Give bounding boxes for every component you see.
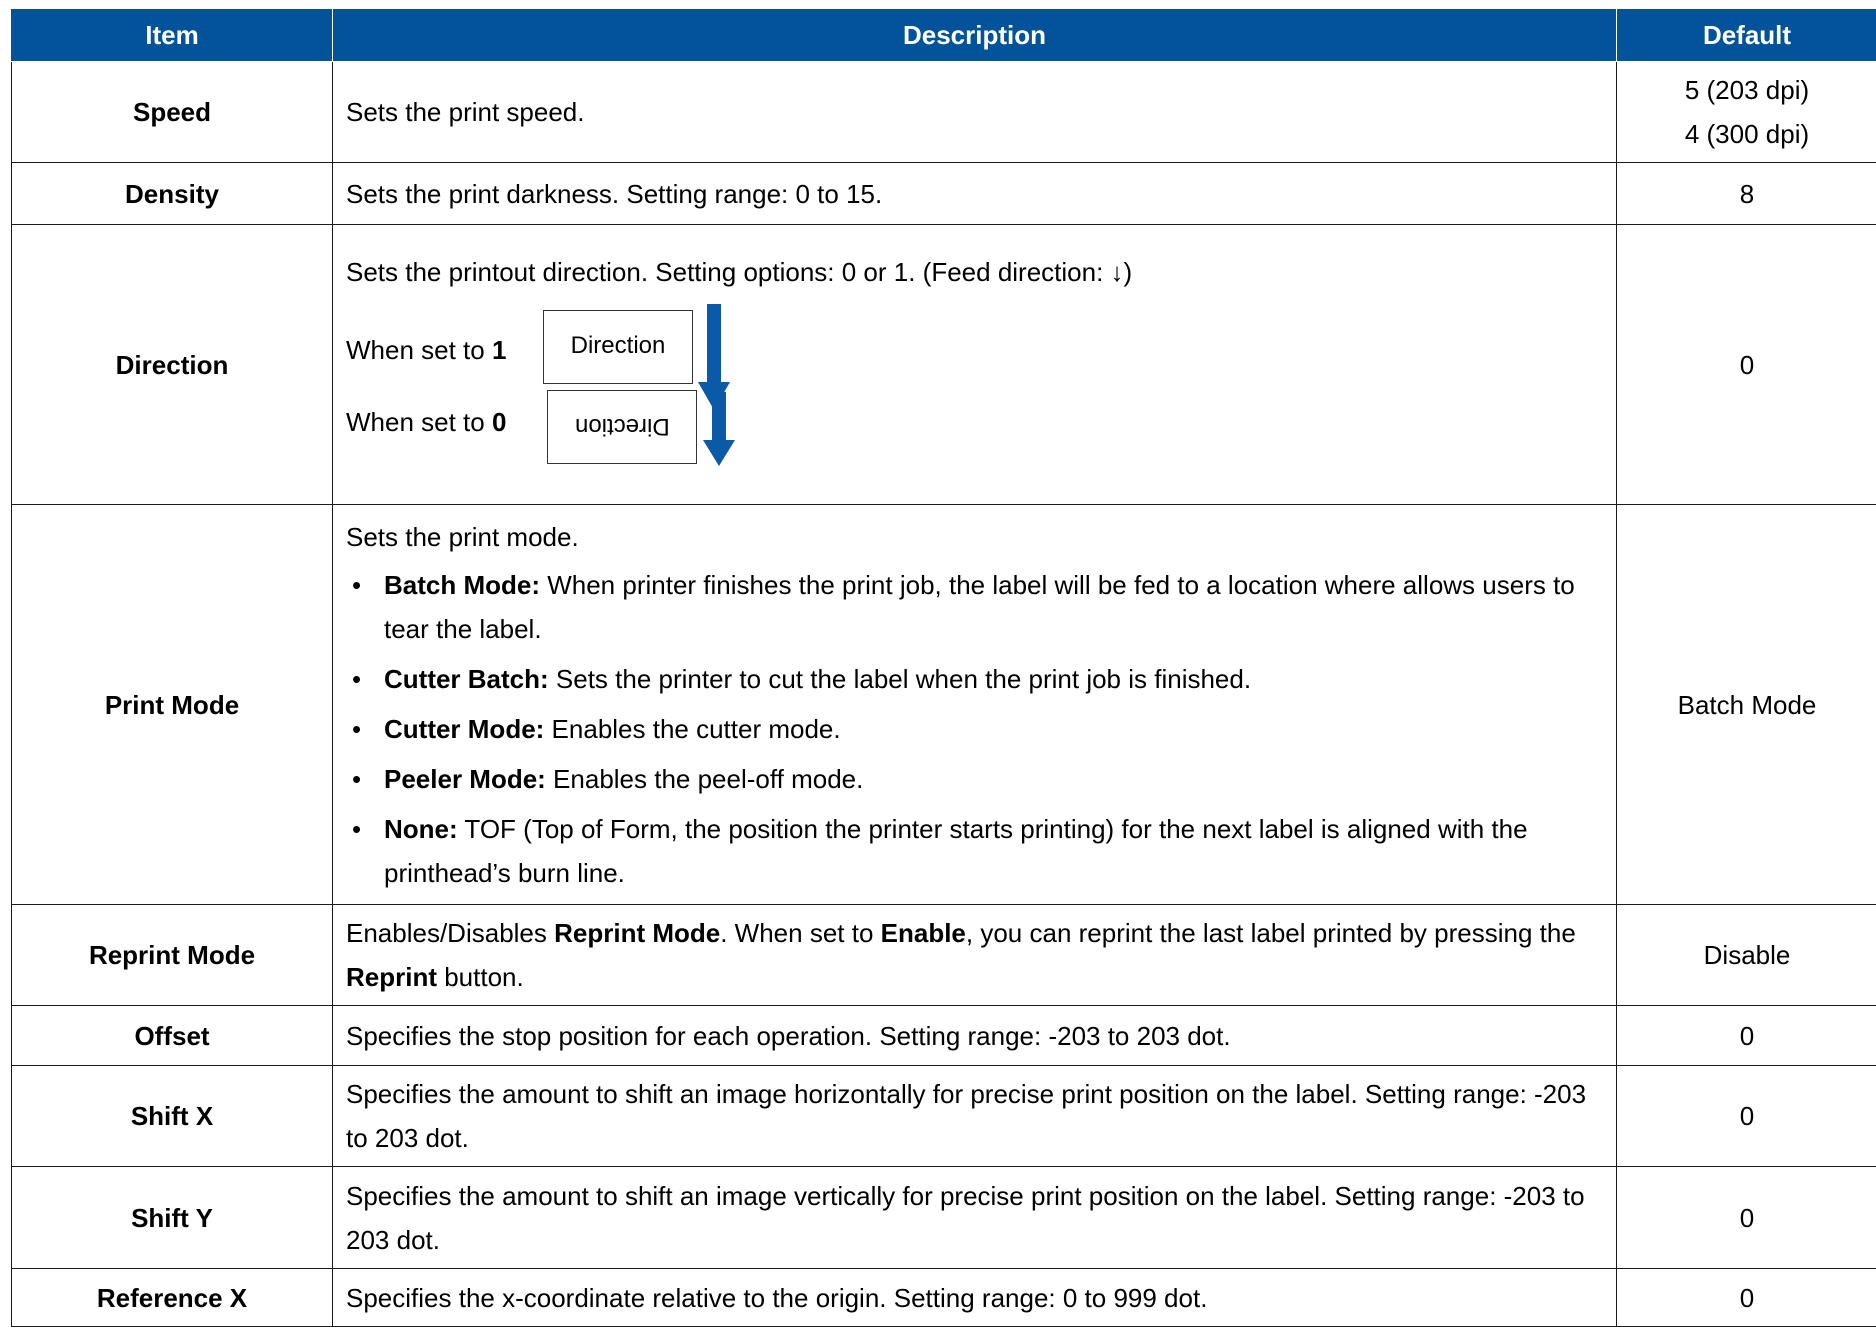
default-offset: 0	[1617, 1006, 1876, 1066]
print-mode-list: •Batch Mode: When printer finishes the p…	[346, 563, 1588, 895]
default-speed: 5 (203 dpi) 4 (300 dpi)	[1617, 62, 1876, 163]
row-reference-x: Reference X Specifies the x-coordinate r…	[12, 1269, 1876, 1327]
direction-set-1-label: When set to 1	[346, 328, 506, 372]
print-mode-intro: Sets the print mode.	[346, 515, 1588, 559]
row-direction: Direction Sets the printout direction. S…	[12, 225, 1876, 505]
row-density: Density Sets the print darkness. Setting…	[12, 163, 1876, 225]
item-shift-x: Shift X	[12, 1066, 333, 1167]
default-reference-x: 0	[1617, 1269, 1876, 1327]
desc-print-mode: Sets the print mode. •Batch Mode: When p…	[333, 505, 1617, 905]
header-row: Item Description Default	[12, 9, 1876, 62]
direction-set-0-label: When set to 0	[346, 400, 506, 444]
row-speed: Speed Sets the print speed. 5 (203 dpi) …	[12, 62, 1876, 163]
direction-box-rotated: Direction	[547, 390, 697, 464]
item-reference-x: Reference X	[12, 1269, 333, 1327]
item-speed: Speed	[12, 62, 333, 163]
item-reprint-mode: Reprint Mode	[12, 905, 333, 1006]
desc-direction: Sets the printout direction. Setting opt…	[333, 225, 1617, 505]
direction-text: Sets the printout direction. Setting opt…	[346, 250, 1588, 294]
row-shift-x: Shift X Specifies the amount to shift an…	[12, 1066, 1876, 1167]
default-density: 8	[1617, 163, 1876, 225]
list-item: •Peeler Mode: Enables the peel-off mode.	[346, 757, 1588, 801]
default-reprint-mode: Disable	[1617, 905, 1876, 1006]
desc-density: Sets the print darkness. Setting range: …	[333, 163, 1617, 225]
list-item: •Batch Mode: When printer finishes the p…	[346, 563, 1588, 651]
default-shift-x: 0	[1617, 1066, 1876, 1167]
default-speed-300: 4 (300 dpi)	[1625, 112, 1869, 156]
item-print-mode: Print Mode	[12, 505, 333, 905]
settings-table: Item Description Default Speed Sets the …	[11, 8, 1876, 1327]
header-description: Description	[333, 9, 1617, 62]
default-direction: 0	[1617, 225, 1876, 505]
direction-illustration: When set to 1 Direction When set to 0 Di…	[346, 304, 1588, 412]
desc-shift-y: Specifies the amount to shift an image v…	[333, 1167, 1617, 1269]
row-reprint-mode: Reprint Mode Enables/Disables Reprint Mo…	[12, 905, 1876, 1006]
list-item: •None: TOF (Top of Form, the position th…	[346, 807, 1588, 895]
desc-offset: Specifies the stop position for each ope…	[333, 1006, 1617, 1066]
default-shift-y: 0	[1617, 1167, 1876, 1269]
direction-box-normal: Direction	[543, 310, 693, 384]
default-print-mode: Batch Mode	[1617, 505, 1876, 905]
list-item: •Cutter Batch: Sets the printer to cut t…	[346, 657, 1588, 701]
list-item: •Cutter Mode: Enables the cutter mode.	[346, 707, 1588, 751]
row-shift-y: Shift Y Specifies the amount to shift an…	[12, 1167, 1876, 1269]
item-offset: Offset	[12, 1006, 333, 1066]
item-density: Density	[12, 163, 333, 225]
item-shift-y: Shift Y	[12, 1167, 333, 1269]
desc-speed: Sets the print speed.	[333, 62, 1617, 163]
feed-arrow-down-icon	[703, 392, 735, 468]
header-default: Default	[1617, 9, 1876, 62]
item-direction: Direction	[12, 225, 333, 505]
row-print-mode: Print Mode Sets the print mode. •Batch M…	[12, 505, 1876, 905]
desc-reference-x: Specifies the x-coordinate relative to t…	[333, 1269, 1617, 1327]
default-speed-203: 5 (203 dpi)	[1625, 68, 1869, 112]
row-offset: Offset Specifies the stop position for e…	[12, 1006, 1876, 1066]
desc-shift-x: Specifies the amount to shift an image h…	[333, 1066, 1617, 1167]
desc-reprint-mode: Enables/Disables Reprint Mode. When set …	[333, 905, 1617, 1006]
header-item: Item	[12, 9, 333, 62]
